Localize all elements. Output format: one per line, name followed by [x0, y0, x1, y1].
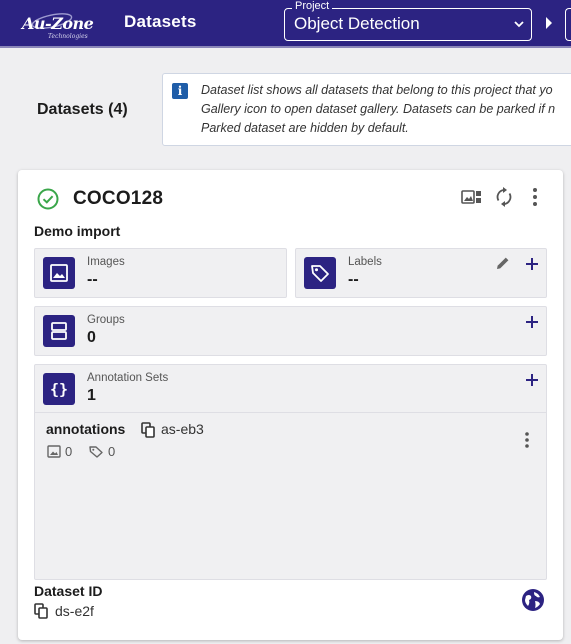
images-value: --	[87, 271, 98, 288]
chevron-down-icon	[514, 21, 524, 28]
logo-text: Au-Zone	[22, 14, 94, 33]
annotation-set-image-count: 0	[65, 444, 73, 459]
page-title: Datasets	[124, 12, 197, 31]
braces-icon: {}	[43, 373, 75, 405]
images-tile[interactable]: Images --	[34, 248, 287, 298]
gallery-icon[interactable]	[461, 188, 483, 206]
labels-tile[interactable]: Labels --	[295, 248, 547, 298]
info-icon: i	[172, 83, 188, 99]
logo-subtext: Technologies	[48, 33, 88, 40]
annotation-set-label-count: 0	[108, 444, 116, 459]
image-icon	[43, 257, 75, 289]
svg-text:{}: {}	[50, 381, 68, 399]
copy-icon[interactable]	[34, 603, 48, 619]
secondary-select[interactable]	[565, 8, 571, 41]
image-icon	[47, 445, 61, 458]
annotation-set-id[interactable]: as-eb3	[161, 421, 204, 437]
info-line: Parked dataset are hidden by default.	[201, 121, 409, 135]
copy-icon[interactable]	[141, 422, 155, 438]
globe-icon[interactable]	[521, 588, 545, 612]
groups-label: Groups	[87, 314, 125, 326]
sync-icon[interactable]	[495, 187, 513, 207]
groups-icon	[43, 315, 75, 347]
labels-label: Labels	[348, 256, 382, 268]
project-select-label: Project	[292, 0, 333, 13]
datasets-heading: Datasets (4)	[37, 101, 128, 118]
dataset-id-label: Dataset ID	[34, 583, 103, 599]
check-circle-icon	[37, 188, 59, 210]
dataset-name[interactable]: COCO128	[73, 188, 163, 210]
dataset-card[interactable]: COCO128 Demo import Images -- Labels --	[18, 170, 563, 640]
pencil-icon[interactable]	[495, 255, 511, 271]
labels-value: --	[348, 271, 359, 288]
info-line: Gallery icon to open dataset gallery. Da…	[201, 102, 556, 116]
groups-value: 0	[87, 329, 96, 346]
info-banner: i Dataset list shows all datasets that b…	[162, 73, 571, 146]
plus-icon[interactable]	[525, 315, 539, 329]
chevron-right-icon[interactable]	[544, 15, 554, 31]
more-vert-icon[interactable]	[524, 431, 530, 449]
dataset-description: Demo import	[34, 223, 121, 239]
project-select-value: Object Detection	[294, 14, 420, 33]
tag-icon	[304, 257, 336, 289]
annotation-sets-label: Annotation Sets	[87, 372, 169, 384]
info-text: Dataset list shows all datasets that bel…	[201, 81, 571, 138]
info-line: Dataset list shows all datasets that bel…	[201, 83, 553, 97]
more-vert-icon[interactable]	[531, 187, 539, 207]
annotation-sets-header[interactable]: {} Annotation Sets 1	[35, 365, 546, 413]
images-label: Images	[87, 256, 125, 268]
top-bar: Au-Zone Technologies Datasets Project Ob…	[0, 0, 571, 48]
project-select[interactable]: Project Object Detection	[284, 0, 532, 41]
tag-icon	[89, 446, 103, 458]
plus-icon[interactable]	[525, 373, 539, 387]
annotation-sets-value: 1	[87, 387, 96, 404]
dataset-id-value[interactable]: ds-e2f	[55, 603, 94, 619]
groups-tile[interactable]: Groups 0	[34, 306, 547, 356]
plus-icon[interactable]	[525, 257, 539, 271]
annotation-set-name[interactable]: annotations	[46, 421, 125, 437]
annotation-sets-section: {} Annotation Sets 1 annotations as-eb3 …	[34, 364, 547, 580]
